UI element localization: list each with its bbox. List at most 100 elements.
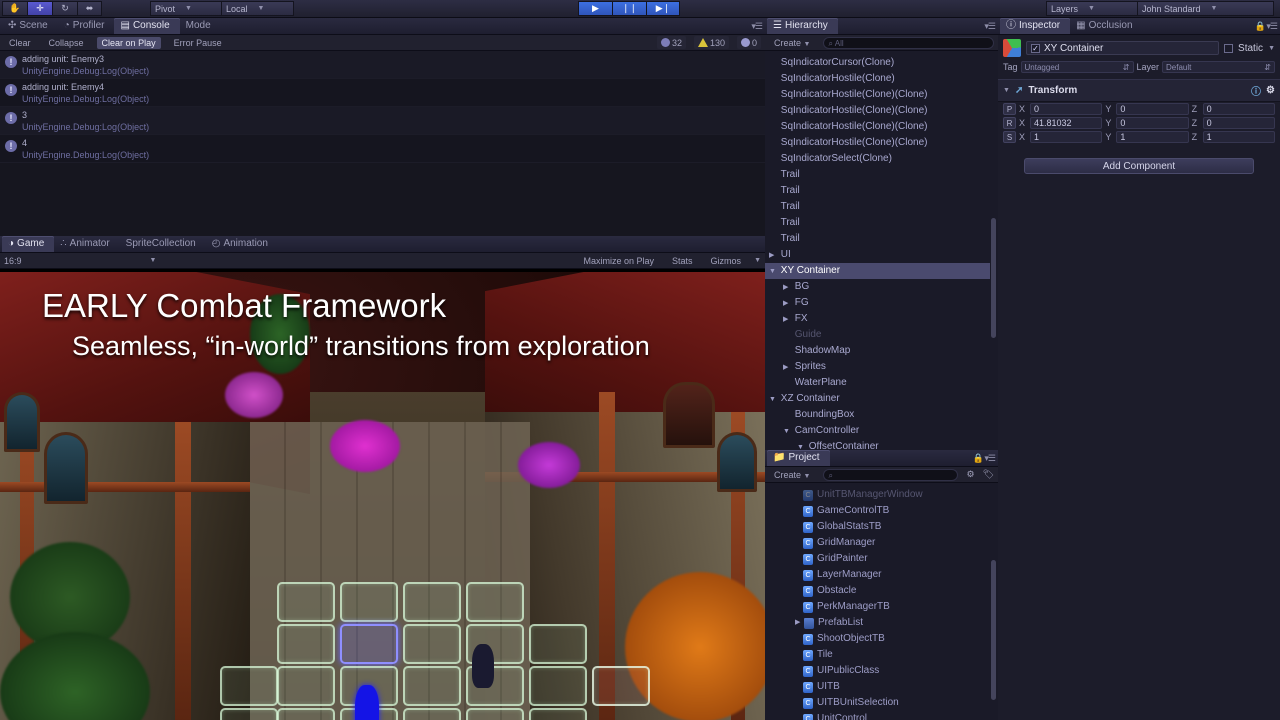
project-item[interactable]: C GridPainter bbox=[765, 551, 990, 567]
hierarchy-item[interactable]: SqIndicatorHostile(Clone)(Clone) bbox=[765, 87, 990, 103]
hierarchy-create-button[interactable]: Create ▼ bbox=[769, 37, 815, 49]
console-log-row[interactable]: ! adding unit: Enemy4 UnityEngine.Debug:… bbox=[0, 79, 765, 107]
project-item[interactable]: C UITB bbox=[765, 679, 990, 695]
position-x-field[interactable]: 0 bbox=[1030, 103, 1103, 115]
hierarchy-item[interactable]: ▶ UI bbox=[765, 247, 990, 263]
inspector-options-icon[interactable]: 🔒 ▾☰ bbox=[1255, 21, 1278, 32]
grid-cell-hostile[interactable] bbox=[592, 666, 650, 706]
tab-profiler[interactable]: ◔ Profiler bbox=[58, 18, 115, 34]
chevron-right-icon[interactable]: ▶ bbox=[783, 296, 792, 312]
player-unit-blue[interactable] bbox=[355, 685, 379, 720]
console-log-row[interactable]: ! 4 UnityEngine.Debug:Log(Object) bbox=[0, 135, 765, 163]
hierarchy-item[interactable]: SqIndicatorSelect(Clone) bbox=[765, 151, 990, 167]
hierarchy-item[interactable]: SqIndicatorHostile(Clone)(Clone) bbox=[765, 119, 990, 135]
grid-cell[interactable] bbox=[403, 708, 461, 720]
hierarchy-item[interactable]: ▼ XY Container bbox=[765, 263, 990, 279]
hierarchy-item[interactable]: Guide bbox=[765, 327, 990, 343]
console-log-list[interactable]: ! adding unit: Enemy3 UnityEngine.Debug:… bbox=[0, 51, 765, 236]
tab-scene[interactable]: ✣ Scene bbox=[2, 18, 58, 34]
project-item[interactable]: C UITBUnitSelection bbox=[765, 695, 990, 711]
hierarchy-item[interactable]: BoundingBox bbox=[765, 407, 990, 423]
console-log-row[interactable]: ! adding unit: Enemy3 UnityEngine.Debug:… bbox=[0, 51, 765, 79]
scale-y-field[interactable]: 1 bbox=[1116, 131, 1189, 143]
npc-unit[interactable] bbox=[472, 644, 494, 688]
game-render-area[interactable] bbox=[0, 272, 765, 720]
project-item[interactable]: C GlobalStatsTB bbox=[765, 519, 990, 535]
layers-dropdown[interactable]: Layers ▼ bbox=[1046, 1, 1138, 16]
hierarchy-scrollbar[interactable] bbox=[991, 218, 996, 338]
tab-game[interactable]: ◑ Game bbox=[2, 236, 55, 252]
project-asset-list[interactable]: C UnitTBManagerWindow C GameControlTB C … bbox=[765, 487, 990, 720]
pause-button[interactable]: ❘❘ bbox=[612, 1, 646, 16]
grid-cell[interactable] bbox=[529, 666, 587, 706]
hierarchy-item[interactable]: Trail bbox=[765, 215, 990, 231]
tab-occlusion[interactable]: ▦ Occlusion bbox=[1070, 18, 1142, 34]
project-item[interactable]: C Tile bbox=[765, 647, 990, 663]
chevron-down-icon[interactable]: ▼ bbox=[797, 440, 806, 450]
space-dropdown[interactable]: Local ▼ bbox=[222, 1, 294, 16]
hierarchy-item[interactable]: SqIndicatorCursor(Clone) bbox=[765, 55, 990, 71]
project-item[interactable]: C UnitControl bbox=[765, 711, 990, 720]
hierarchy-item[interactable]: ▼ CamController bbox=[765, 423, 990, 439]
project-item[interactable]: C Obstacle bbox=[765, 583, 990, 599]
console-clear-on-play-button[interactable]: Clear on Play bbox=[96, 36, 161, 49]
tab-console[interactable]: ▤ Console bbox=[114, 18, 180, 34]
grid-cell[interactable] bbox=[277, 624, 335, 664]
hierarchy-item[interactable]: SqIndicatorHostile(Clone) bbox=[765, 71, 990, 87]
tab-project[interactable]: 📁 Project bbox=[767, 450, 830, 466]
project-item[interactable]: C UnitTBManagerWindow bbox=[765, 487, 990, 503]
grid-cell[interactable] bbox=[277, 708, 335, 720]
help-icon[interactable]: ⓘ bbox=[1251, 83, 1261, 98]
position-z-field[interactable]: 0 bbox=[1202, 103, 1275, 115]
project-create-button[interactable]: Create ▼ bbox=[769, 469, 815, 481]
tab-animation[interactable]: ◴ Animation bbox=[206, 236, 278, 252]
grid-cell[interactable] bbox=[529, 708, 587, 720]
grid-cell[interactable] bbox=[403, 666, 461, 706]
scale-x-field[interactable]: 1 bbox=[1030, 131, 1103, 143]
error-count-badge[interactable]: 0 bbox=[736, 36, 761, 49]
tab-inspector[interactable]: ⓘ Inspector bbox=[1000, 18, 1071, 34]
hierarchy-item[interactable]: ▶ FX bbox=[765, 311, 990, 327]
console-collapse-button[interactable]: Collapse bbox=[44, 37, 89, 49]
hierarchy-item[interactable]: ▶ Sprites bbox=[765, 359, 990, 375]
rotation-y-field[interactable]: 0 bbox=[1116, 117, 1189, 129]
chevron-down-icon[interactable]: ▼ bbox=[783, 424, 792, 440]
hierarchy-item[interactable]: SqIndicatorHostile(Clone)(Clone) bbox=[765, 103, 990, 119]
project-item[interactable]: C GameControlTB bbox=[765, 503, 990, 519]
chevron-down-icon[interactable]: ▼ bbox=[754, 257, 761, 264]
console-log-row[interactable]: ! 3 UnityEngine.Debug:Log(Object) bbox=[0, 107, 765, 135]
gizmos-toggle[interactable]: Gizmos bbox=[706, 255, 747, 267]
position-y-field[interactable]: 0 bbox=[1116, 103, 1189, 115]
play-button[interactable]: ▶ bbox=[578, 1, 612, 16]
hierarchy-item[interactable]: Trail bbox=[765, 231, 990, 247]
hierarchy-search-input[interactable]: ⌕ All bbox=[823, 36, 994, 49]
grid-cell[interactable] bbox=[220, 666, 278, 706]
object-name-field[interactable]: ✓ XY Container bbox=[1026, 41, 1220, 55]
hierarchy-item[interactable]: ▶ FG bbox=[765, 295, 990, 311]
project-item[interactable]: C UIPublicClass bbox=[765, 663, 990, 679]
hierarchy-item[interactable]: ▶ BG bbox=[765, 279, 990, 295]
layer-dropdown[interactable]: Default ⇵ bbox=[1162, 61, 1275, 73]
tab-hierarchy[interactable]: ☰ Hierarchy bbox=[767, 18, 838, 34]
hierarchy-item[interactable]: ▼ XZ Container bbox=[765, 391, 990, 407]
grid-cell[interactable] bbox=[403, 624, 461, 664]
project-item[interactable]: C PerkManagerTB bbox=[765, 599, 990, 615]
project-item[interactable]: C GridManager bbox=[765, 535, 990, 551]
project-item[interactable]: C LayerManager bbox=[765, 567, 990, 583]
hierarchy-item[interactable]: SqIndicatorHostile(Clone)(Clone) bbox=[765, 135, 990, 151]
rotation-x-field[interactable]: 41.81032 bbox=[1030, 117, 1103, 129]
grid-cell[interactable] bbox=[403, 582, 461, 622]
project-item[interactable]: ▶ PrefabList bbox=[765, 615, 990, 631]
layout-dropdown[interactable]: John Standard ▼ bbox=[1138, 1, 1274, 16]
grid-cell[interactable] bbox=[529, 624, 587, 664]
chevron-down-icon[interactable]: ▼ bbox=[150, 257, 157, 264]
project-options-icon[interactable]: 🔒 ▾☰ bbox=[973, 453, 996, 464]
chevron-right-icon[interactable]: ▶ bbox=[783, 360, 792, 376]
hierarchy-item[interactable]: ▼ OffsetContainer bbox=[765, 439, 990, 450]
tab-animator[interactable]: ∴ Animator bbox=[54, 236, 119, 252]
add-component-button[interactable]: Add Component bbox=[1024, 158, 1254, 174]
grid-cell[interactable] bbox=[340, 582, 398, 622]
chevron-right-icon[interactable]: ▶ bbox=[783, 312, 792, 328]
step-button[interactable]: ▶❘ bbox=[646, 1, 680, 16]
gear-icon[interactable]: ⚙ bbox=[1266, 85, 1275, 96]
